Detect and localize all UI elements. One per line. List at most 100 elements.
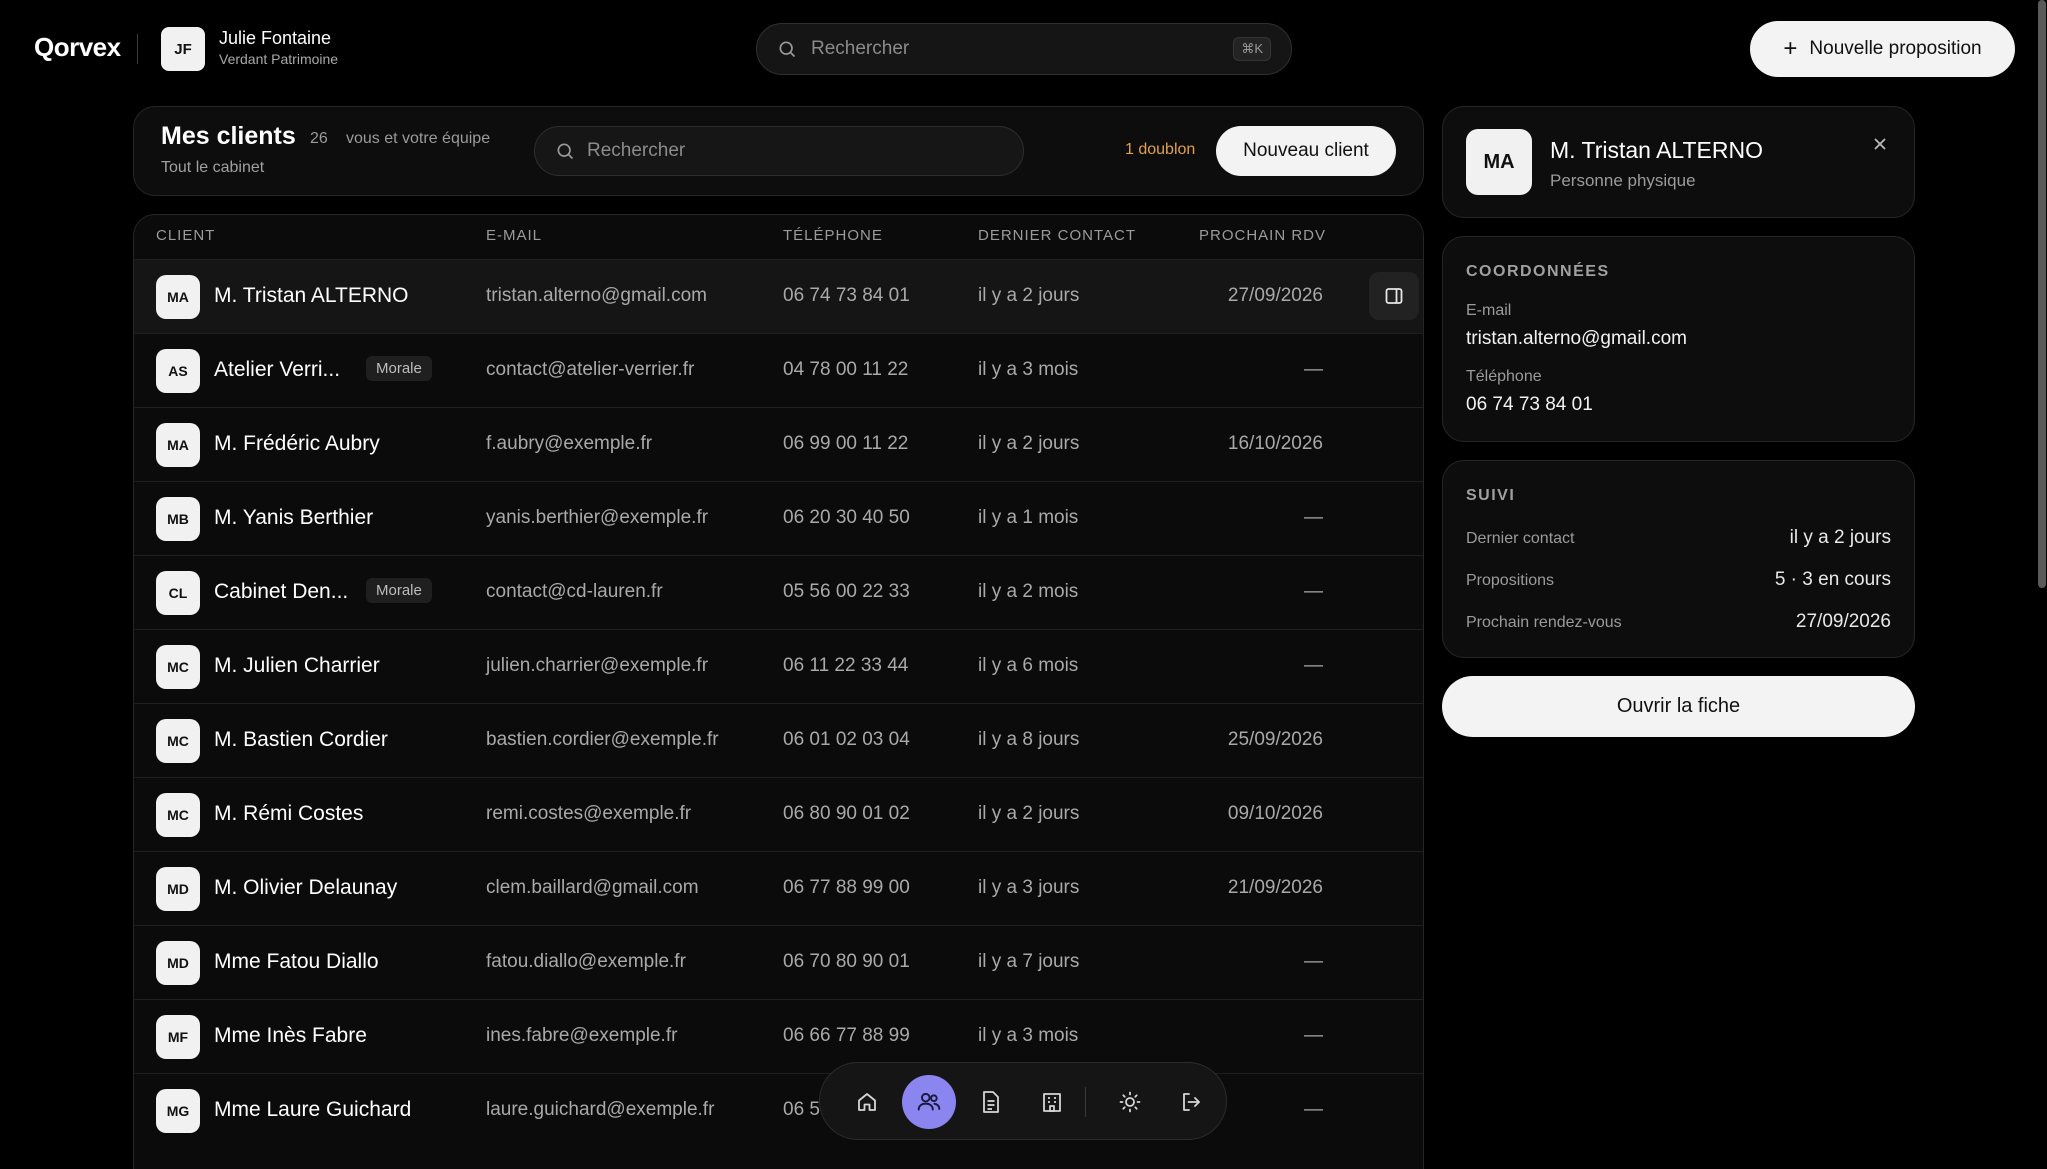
client-name[interactable]: M. Olivier Delaunay — [214, 876, 397, 900]
table-row[interactable]: MA M. Tristan ALTERNO tristan.alterno@gmai… — [134, 259, 1423, 333]
client-email: remi.costes@exemple.fr — [486, 803, 692, 824]
column-header-client[interactable]: CLIENT — [156, 227, 215, 244]
client-next-rdv: 21/09/2026 — [1227, 877, 1323, 898]
search-shortcut: ⌘K — [1233, 37, 1271, 61]
client-scope-filter[interactable]: Tout le cabinet — [161, 159, 264, 177]
client-email: fatou.diallo@exemple.fr — [486, 951, 686, 972]
column-header-last-contact[interactable]: DERNIER CONTACT — [978, 227, 1136, 244]
client-last-contact: il y a 8 jours — [978, 729, 1080, 750]
building-icon[interactable] — [1025, 1075, 1079, 1129]
client-next-rdv: 25/09/2026 — [1227, 729, 1323, 750]
client-phone: 06 66 77 88 99 — [783, 1025, 910, 1046]
global-search-input[interactable]: Rechercher — [811, 38, 1233, 60]
client-name[interactable]: M. Yanis Berthier — [214, 506, 373, 530]
client-phone: 06 01 02 03 04 — [783, 729, 910, 750]
client-count: 26 — [310, 130, 328, 147]
client-email: f.aubry@exemple.fr — [486, 433, 653, 454]
client-phone: 04 78 00 11 22 — [783, 359, 909, 380]
email-value[interactable]: tristan.alterno@gmail.com — [1466, 328, 1687, 350]
new-client-button[interactable]: Nouveau client — [1216, 126, 1396, 176]
client-name[interactable]: M. Frédéric Aubry — [214, 432, 380, 456]
client-name[interactable]: M. Julien Charrier — [214, 654, 380, 678]
scrollbar-thumb[interactable] — [2038, 0, 2046, 588]
phone-value[interactable]: 06 74 73 84 01 — [1466, 394, 1593, 416]
client-name[interactable]: M. Rémi Costes — [214, 802, 363, 826]
client-next-rdv: — — [1304, 1099, 1323, 1120]
column-header-email[interactable]: E-MAIL — [486, 227, 542, 244]
client-phone: 06 80 90 01 02 — [783, 803, 910, 824]
client-last-contact: il y a 3 jours — [978, 877, 1080, 898]
table-row[interactable]: CL Cabinet Den... Morale contact@cd-lauren.… — [134, 555, 1423, 629]
users-icon[interactable] — [902, 1075, 956, 1129]
duplicates-link[interactable]: 1 doublon — [1125, 141, 1195, 159]
client-next-rdv: — — [1304, 581, 1323, 602]
search-icon — [555, 141, 575, 161]
client-name[interactable]: M. Tristan ALTERNO — [214, 284, 409, 308]
last-contact-value: il y a 2 jours — [1789, 527, 1891, 548]
client-email: clem.baillard@gmail.com — [486, 877, 699, 898]
sun-icon[interactable] — [1103, 1075, 1157, 1129]
page-scrollbar[interactable] — [2037, 0, 2047, 1169]
column-header-next-rdv[interactable]: PROCHAIN RDV — [1199, 227, 1326, 244]
new-proposal-button[interactable]: + Nouvelle proposition — [1750, 21, 2015, 77]
client-name: M. Tristan ALTERNO — [1550, 137, 1764, 163]
global-search[interactable]: Rechercher ⌘K — [756, 23, 1292, 75]
side-panel-icon[interactable] — [1369, 272, 1419, 320]
table-header: CLIENT E-MAIL TÉLÉPHONE DERNIER CONTACT … — [134, 215, 1423, 259]
table-row[interactable]: MF Mme Inès Fabre ines.fabre@exemple.fr 06 … — [134, 999, 1423, 1073]
table-row[interactable]: MC M. Julien Charrier julien.charrier@exem… — [134, 629, 1423, 703]
top-bar: Qorvex JF Julie Fontaine Verdant Patrimo… — [0, 0, 2047, 100]
client-name[interactable]: Mme Laure Guichard — [214, 1098, 411, 1122]
table-row[interactable]: MC M. Bastien Cordier bastien.cordier@exem… — [134, 703, 1423, 777]
client-last-contact: il y a 7 jours — [978, 951, 1080, 972]
column-header-phone[interactable]: TÉLÉPHONE — [783, 227, 883, 244]
table-row[interactable]: MC M. Rémi Costes remi.costes@exemple.fr 06… — [134, 777, 1423, 851]
home-icon[interactable] — [840, 1075, 894, 1129]
last-contact-label: Dernier contact — [1466, 530, 1575, 547]
client-email: yanis.berthier@exemple.fr — [486, 507, 709, 528]
client-email: contact@cd-lauren.fr — [486, 581, 663, 602]
close-icon[interactable] — [1867, 131, 1893, 157]
document-icon[interactable] — [964, 1075, 1018, 1129]
client-avatar: MA — [156, 423, 200, 467]
client-phone: 06 11 22 33 44 — [783, 655, 909, 676]
client-phone: 06 70 80 90 01 — [783, 951, 910, 972]
client-last-contact: il y a 2 mois — [978, 581, 1079, 602]
user-avatar[interactable]: JF — [161, 27, 205, 71]
clients-search-input[interactable]: Rechercher — [587, 140, 685, 162]
client-last-contact: il y a 3 mois — [978, 1025, 1079, 1046]
coordinates-title: COORDONNÉES — [1466, 263, 1610, 280]
client-avatar: CL — [156, 571, 200, 615]
client-name[interactable]: Mme Inès Fabre — [214, 1024, 367, 1048]
clients-search[interactable]: Rechercher — [534, 126, 1024, 176]
client-email: julien.charrier@exemple.fr — [486, 655, 709, 676]
table-row[interactable]: AS Atelier Verri... Morale contact@atelier-… — [134, 333, 1423, 407]
client-name[interactable]: Cabinet Den... — [214, 580, 348, 604]
client-avatar: MG — [156, 1089, 200, 1133]
table-row[interactable]: MD Mme Fatou Diallo fatou.diallo@exemple.f… — [134, 925, 1423, 999]
bottom-dock — [819, 1062, 1227, 1140]
proposals-value: 5 · 3 en cours — [1774, 569, 1891, 590]
client-name[interactable]: Mme Fatou Diallo — [214, 950, 379, 974]
table-row[interactable]: MB M. Yanis Berthier yanis.berthier@exempl… — [134, 481, 1423, 555]
client-name[interactable]: M. Bastien Cordier — [214, 728, 388, 752]
client-name[interactable]: Atelier Verri... — [214, 358, 340, 382]
client-email: ines.fabre@exemple.fr — [486, 1025, 678, 1046]
client-next-rdv: 09/10/2026 — [1227, 803, 1323, 824]
client-last-contact: il y a 2 jours — [978, 803, 1080, 824]
table-row[interactable]: MA M. Frédéric Aubry f.aubry@exemple.fr 06 … — [134, 407, 1423, 481]
client-next-rdv: — — [1304, 507, 1323, 528]
client-last-contact: il y a 2 jours — [978, 433, 1080, 454]
client-last-contact: il y a 3 mois — [978, 359, 1079, 380]
table-row[interactable]: MD M. Olivier Delaunay clem.baillard@gmail… — [134, 851, 1423, 925]
client-last-contact: il y a 6 mois — [978, 655, 1079, 676]
logout-icon[interactable] — [1164, 1075, 1218, 1129]
client-avatar: MD — [156, 941, 200, 985]
coordinates-card: COORDONNÉES E-mail tristan.alterno@gmail… — [1442, 236, 1915, 442]
client-email: contact@atelier-verrier.fr — [486, 359, 695, 380]
client-avatar: MC — [156, 793, 200, 837]
entity-type-badge: Morale — [366, 578, 432, 603]
open-record-button[interactable]: Ouvrir la fiche — [1442, 676, 1915, 737]
table-row[interactable]: MG Mme Laure Guichard laure.guichard@exemp… — [134, 1073, 1423, 1147]
app-logo[interactable]: Qorvex — [34, 32, 121, 63]
